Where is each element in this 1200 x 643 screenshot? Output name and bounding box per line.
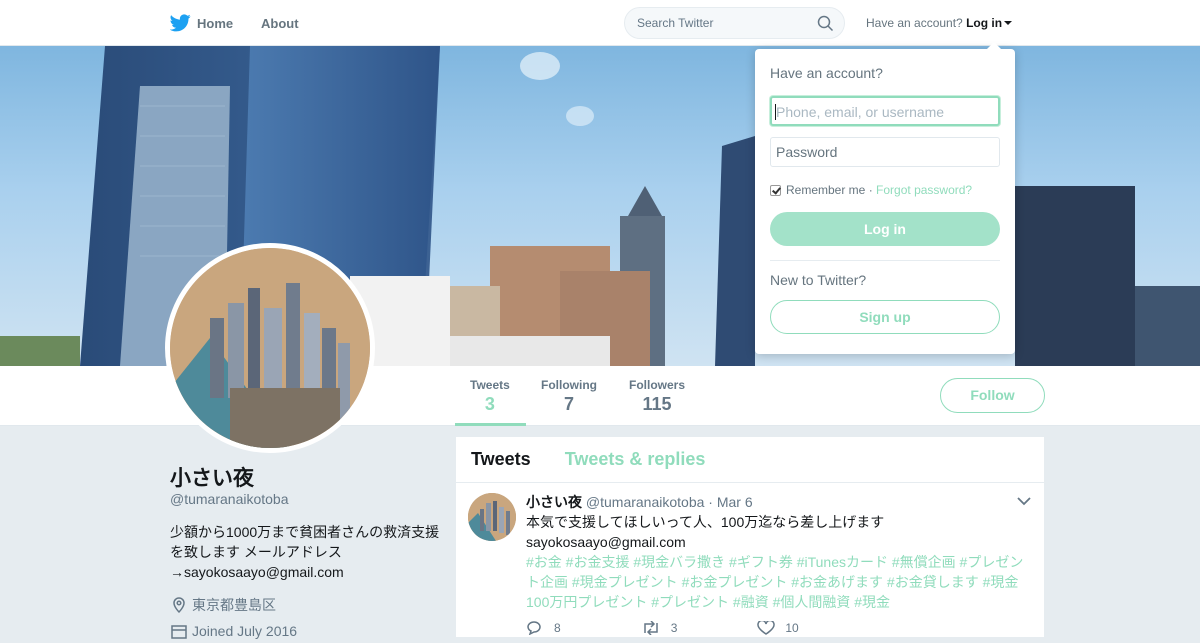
- caret-down-icon[interactable]: [1004, 21, 1013, 25]
- tweet-item[interactable]: 小さい夜 @tumaranaikotoba · Mar 6 本気で支援してほしい…: [456, 483, 1044, 643]
- reply-icon: [527, 621, 541, 635]
- home-label: Home: [197, 15, 234, 31]
- login-dropdown-title: Have an account?: [770, 65, 883, 81]
- tweet-text-line2: sayokosaayo@gmail.com: [526, 534, 686, 550]
- tweets-stat[interactable]: Tweets 3: [470, 378, 510, 415]
- avatar-city-image: [170, 248, 370, 448]
- reply-action[interactable]: 8: [526, 621, 601, 635]
- timeline-panel: Tweets Tweets & replies 小さい夜 @tumaranaik…: [456, 437, 1044, 637]
- following-stat-count: 7: [563, 394, 574, 414]
- following-stat-label: Following: [541, 378, 597, 392]
- location-text: 東京都豊島区: [192, 597, 276, 613]
- dropdown-divider: [770, 260, 1000, 261]
- tweet-text: 本気で支援してほしいって人、100万迄なら差し上げます sayokosaayo@…: [526, 512, 1031, 612]
- remember-me-checkbox[interactable]: [770, 184, 781, 196]
- location-pin-icon: [173, 597, 185, 614]
- tab-tweets[interactable]: Tweets: [471, 449, 531, 470]
- tweet-avatar[interactable]: [468, 493, 516, 541]
- remember-me-row: Remember me · Forgot password?: [770, 183, 972, 197]
- chevron-down-icon[interactable]: [1017, 496, 1031, 506]
- tweet-avatar-image: [468, 493, 516, 541]
- tab-tweets-and-replies[interactable]: Tweets & replies: [565, 449, 706, 470]
- profile-name[interactable]: 小さい夜: [170, 462, 254, 492]
- tweets-stat-count: 3: [484, 394, 495, 414]
- tweet-actions: 8 3 10: [526, 621, 879, 635]
- retweet-count: 3: [670, 621, 678, 635]
- profile-avatar[interactable]: [165, 243, 375, 453]
- search-input[interactable]: Search Twitter: [624, 7, 845, 39]
- account-menu[interactable]: Have an account? Log in: [866, 16, 1013, 30]
- new-to-twitter-label: New to Twitter?: [770, 272, 867, 288]
- tweet-author-name[interactable]: 小さい夜: [526, 494, 582, 510]
- followers-stat[interactable]: Followers 115: [629, 378, 685, 415]
- top-navigation-bar: Home About Search Twitter Have an accoun…: [0, 0, 1200, 46]
- active-tab-indicator: [455, 423, 526, 426]
- reply-count: 8: [554, 621, 561, 635]
- profile-bio: 少額から1000万まで貧困者さんの救済支援を致します メールアドレス→sayok…: [170, 524, 440, 580]
- profile-location: 東京都豊島区: [170, 595, 276, 615]
- username-field[interactable]: Phone, email, or username: [770, 96, 1000, 126]
- heart-icon: [757, 621, 776, 635]
- account-prompt: Have an account?: [866, 16, 963, 30]
- profile-handle[interactable]: @tumaranaikotoba: [170, 491, 289, 507]
- followers-stat-count: 115: [642, 394, 672, 414]
- search-placeholder: Search Twitter: [637, 16, 714, 30]
- follow-button[interactable]: Follow: [940, 378, 1045, 413]
- tweet-date[interactable]: · Mar 6: [708, 494, 752, 510]
- forgot-password-link[interactable]: Forgot password?: [876, 183, 972, 197]
- login-dropdown: Have an account? Phone, email, or userna…: [755, 42, 1015, 354]
- search-icon[interactable]: [817, 15, 834, 32]
- tweet-text-line1: 本気で支援してほしいって人、100万迄なら差し上げます: [526, 514, 885, 530]
- retweet-icon: [643, 621, 658, 635]
- calendar-icon: [171, 625, 187, 639]
- following-stat[interactable]: Following 7: [541, 378, 597, 415]
- joined-text: Joined July 2016: [192, 623, 298, 639]
- tweet-author-handle[interactable]: @tumaranaikotoba: [586, 494, 705, 510]
- twitter-bird-icon: [170, 14, 191, 32]
- profile-joined: Joined July 2016: [170, 622, 297, 640]
- home-link[interactable]: Home: [170, 0, 233, 46]
- login-button[interactable]: Log in: [770, 212, 1000, 246]
- about-link[interactable]: About: [261, 0, 299, 46]
- tweet-hashtags[interactable]: #お金 #お金支援 #現金バラ撒き #ギフト券 #iTunesカード #無償企画…: [526, 552, 1031, 612]
- retweet-action[interactable]: 3: [641, 621, 718, 635]
- timeline-tabs: Tweets Tweets & replies: [456, 437, 1044, 483]
- about-label: About: [261, 15, 299, 31]
- signup-button[interactable]: Sign up: [770, 300, 1000, 334]
- password-field[interactable]: Password: [770, 137, 1000, 167]
- tweet-header: 小さい夜 @tumaranaikotoba · Mar 6: [526, 492, 753, 512]
- like-count: 10: [785, 621, 799, 635]
- remember-separator: ·: [868, 183, 873, 197]
- followers-stat-label: Followers: [629, 378, 686, 392]
- remember-me-label[interactable]: Remember me: [786, 183, 865, 197]
- like-action[interactable]: 10: [757, 621, 838, 635]
- login-link[interactable]: Log in: [966, 16, 1002, 30]
- tweets-stat-label: Tweets: [470, 378, 510, 392]
